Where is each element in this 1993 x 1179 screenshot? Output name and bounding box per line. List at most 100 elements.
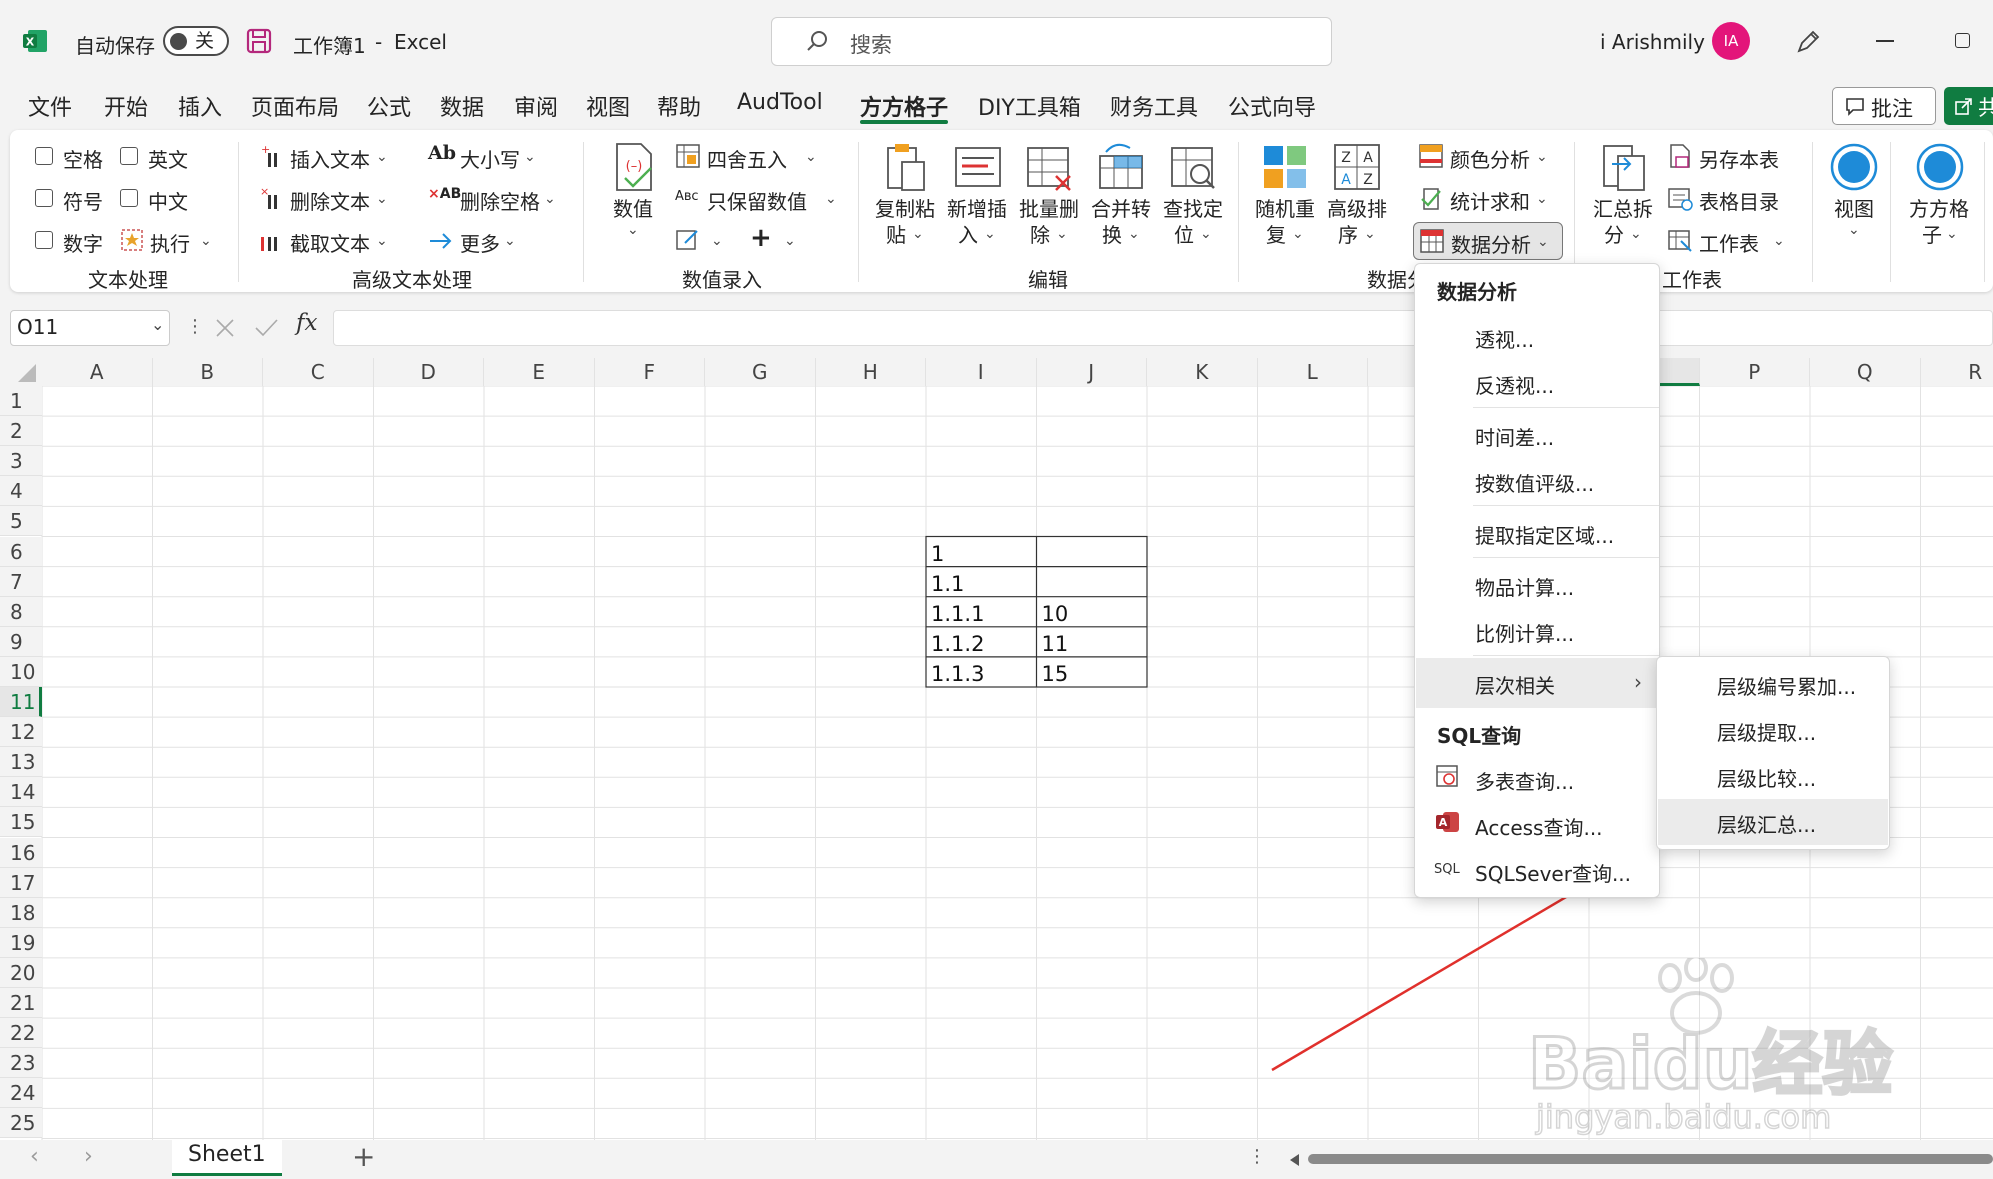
search-box[interactable]: 搜索 <box>771 17 1332 66</box>
edit-form-button[interactable]: ⌄ <box>675 225 725 257</box>
horizontal-scrollbar[interactable] <box>1290 1152 1993 1168</box>
minimize-icon[interactable] <box>1876 40 1894 42</box>
menu-item-unpivot[interactable]: 反透视... <box>1475 370 1554 399</box>
comment-label: 批注 <box>1871 97 1913 121</box>
tab-7[interactable]: 视图 <box>586 90 630 122</box>
merge-convert-label-2: 换 <box>1102 223 1122 247</box>
confirm-icon[interactable] <box>253 316 279 344</box>
tab-2[interactable]: 插入 <box>178 90 222 122</box>
chevron-down-icon: ⌄ <box>376 149 388 165</box>
find-locate-button[interactable]: 查找定 位 ⌄ <box>1160 142 1226 252</box>
tab-5[interactable]: 数据 <box>440 90 484 122</box>
chevron-down-icon: ⌄ <box>1536 191 1548 207</box>
symbol-checkbox[interactable] <box>35 189 53 207</box>
more-label: 更多 <box>460 232 500 256</box>
ffgz-button[interactable]: 方方格 子 ⌄ <box>1906 142 1976 252</box>
random-repeat-icon <box>1260 142 1310 198</box>
cut-text-button[interactable]: 截取文本 ⌄ <box>258 225 398 257</box>
scrollbar-thumb[interactable] <box>1308 1154 1993 1164</box>
scroll-left-icon[interactable] <box>1290 1154 1299 1166</box>
batch-delete-button[interactable]: 批量删 除 ⌄ <box>1016 142 1082 252</box>
chevron-right-icon[interactable]: › <box>84 1144 93 1169</box>
tab-10[interactable]: 方方格子 <box>860 90 948 122</box>
submenu-item-extract[interactable]: 层级提取... <box>1717 717 1816 746</box>
menu-item-rating[interactable]: 按数值评级... <box>1475 468 1594 497</box>
chevron-down-icon: ⌄ <box>200 233 212 249</box>
cancel-icon[interactable] <box>213 316 237 344</box>
sheet-tab[interactable]: Sheet1 <box>172 1140 282 1176</box>
add-button[interactable]: + ⌄ <box>750 223 800 257</box>
menu-item-access[interactable]: Access查询... <box>1475 812 1603 841</box>
random-repeat-button[interactable]: 随机重 复 ⌄ <box>1252 142 1318 252</box>
user-name[interactable]: i Arishmily <box>1600 30 1705 54</box>
multi-table-icon <box>1435 764 1459 792</box>
english-checkbox[interactable] <box>120 147 138 165</box>
delete-space-label: 删除空格 <box>460 190 540 214</box>
name-box[interactable]: O11 ⌄ <box>10 310 170 346</box>
tab-13[interactable]: 公式向导 <box>1228 90 1316 122</box>
number-checkbox[interactable] <box>35 231 53 249</box>
tab-9[interactable]: AudTool <box>737 90 823 115</box>
chevron-down-icon: ⌄ <box>376 233 388 249</box>
menu-item-ratio-calc[interactable]: 比例计算... <box>1475 618 1574 647</box>
case-button[interactable]: Ab 大小写 ⌄ <box>428 141 548 173</box>
value-icon: (–) <box>611 142 657 198</box>
space-checkbox[interactable] <box>35 147 53 165</box>
menu-item-pivot[interactable]: 透视... <box>1475 324 1534 353</box>
menu-item-item-calc[interactable]: 物品计算... <box>1475 572 1574 601</box>
round-button[interactable]: 四舍五入 ⌄ <box>675 141 825 173</box>
autosave-toggle[interactable]: 关 <box>163 26 229 56</box>
add-sheet-icon[interactable]: + <box>352 1140 375 1173</box>
tab-12[interactable]: 财务工具 <box>1110 90 1198 122</box>
merge-convert-button[interactable]: 合并转 换 ⌄ <box>1088 142 1154 252</box>
tab-8[interactable]: 帮助 <box>657 90 701 122</box>
tab-11[interactable]: DIY工具箱 <box>978 90 1081 122</box>
value-button[interactable]: (–) 数值 ⌄ <box>605 142 661 252</box>
tab-0[interactable]: 文件 <box>28 90 72 122</box>
copy-paste-button[interactable]: 复制粘 贴 ⌄ <box>872 142 938 252</box>
menu-item-sqlserver[interactable]: SQLSever查询... <box>1475 858 1631 887</box>
tab-3[interactable]: 页面布局 <box>251 90 339 122</box>
menu-item-extract-area[interactable]: 提取指定区域... <box>1475 520 1614 549</box>
menu-separator <box>1473 407 1659 408</box>
tab-1[interactable]: 开始 <box>104 90 148 122</box>
function-icon[interactable]: fx <box>296 310 317 336</box>
sheet-toc-button[interactable]: 表格目录 <box>1667 183 1807 215</box>
save-icon[interactable] <box>246 28 272 54</box>
keep-values-button[interactable]: Aʙc 只保留数值 ⌄ <box>675 183 845 215</box>
insert-text-button[interactable]: + 插入文本 ⌄ <box>258 141 398 173</box>
more-button[interactable]: 更多 ⌄ <box>428 225 538 257</box>
execute-button[interactable]: 执行 ⌄ <box>120 226 212 256</box>
summary-split-button[interactable]: 汇总拆 分 ⌄ <box>1590 142 1656 252</box>
data-analysis-button[interactable]: 数据分析 ⌄ <box>1413 222 1563 260</box>
worksheet-button[interactable]: 工作表 ⌄ <box>1667 225 1797 257</box>
case-label: 大小写 <box>460 148 520 172</box>
avatar[interactable]: IA <box>1712 22 1750 60</box>
advanced-sort-button[interactable]: ZAAZ 高级排 序 ⌄ <box>1324 142 1390 252</box>
menu-item-time-diff[interactable]: 时间差... <box>1475 422 1554 451</box>
stats-sum-button[interactable]: 统计求和 ⌄ <box>1418 183 1558 215</box>
submenu-item-number-accumulate[interactable]: 层级编号累加... <box>1717 671 1856 700</box>
new-insert-label-1: 新增插 <box>947 197 1007 221</box>
chinese-checkbox[interactable] <box>120 189 138 207</box>
chevron-down-icon: ⌄ <box>504 233 516 249</box>
menu-item-hierarchy[interactable]: 层次相关 › <box>1416 658 1658 708</box>
new-insert-button[interactable]: 新增插 入 ⌄ <box>944 142 1010 252</box>
tab-6[interactable]: 审阅 <box>514 90 558 122</box>
tab-4[interactable]: 公式 <box>367 90 411 122</box>
delete-text-button[interactable]: × 删除文本 ⌄ <box>258 183 398 215</box>
color-analysis-button[interactable]: 颜色分析 ⌄ <box>1418 141 1558 173</box>
share-button[interactable]: 共 <box>1944 87 1993 125</box>
chevron-left-icon[interactable]: ‹ <box>30 1144 39 1169</box>
menu-item-multi-table[interactable]: 多表查询... <box>1475 766 1574 795</box>
title-bar: X 自动保存 关 工作簿1 - Excel 搜索 i Arishmily IA <box>0 0 1993 84</box>
submenu-item-compare[interactable]: 层级比较... <box>1717 763 1816 792</box>
restore-icon[interactable] <box>1955 33 1970 48</box>
formula-input[interactable] <box>333 310 1993 346</box>
comment-button[interactable]: 批注 <box>1832 87 1936 125</box>
pen-icon[interactable] <box>1794 28 1822 60</box>
delete-space-button[interactable]: ×AB 删除空格 ⌄ <box>428 183 578 215</box>
view-button[interactable]: 视图 ⌄ <box>1826 142 1882 252</box>
save-sheet-button[interactable]: 另存本表 <box>1667 141 1807 173</box>
submenu-item-summary[interactable]: 层级汇总... <box>1658 799 1888 845</box>
